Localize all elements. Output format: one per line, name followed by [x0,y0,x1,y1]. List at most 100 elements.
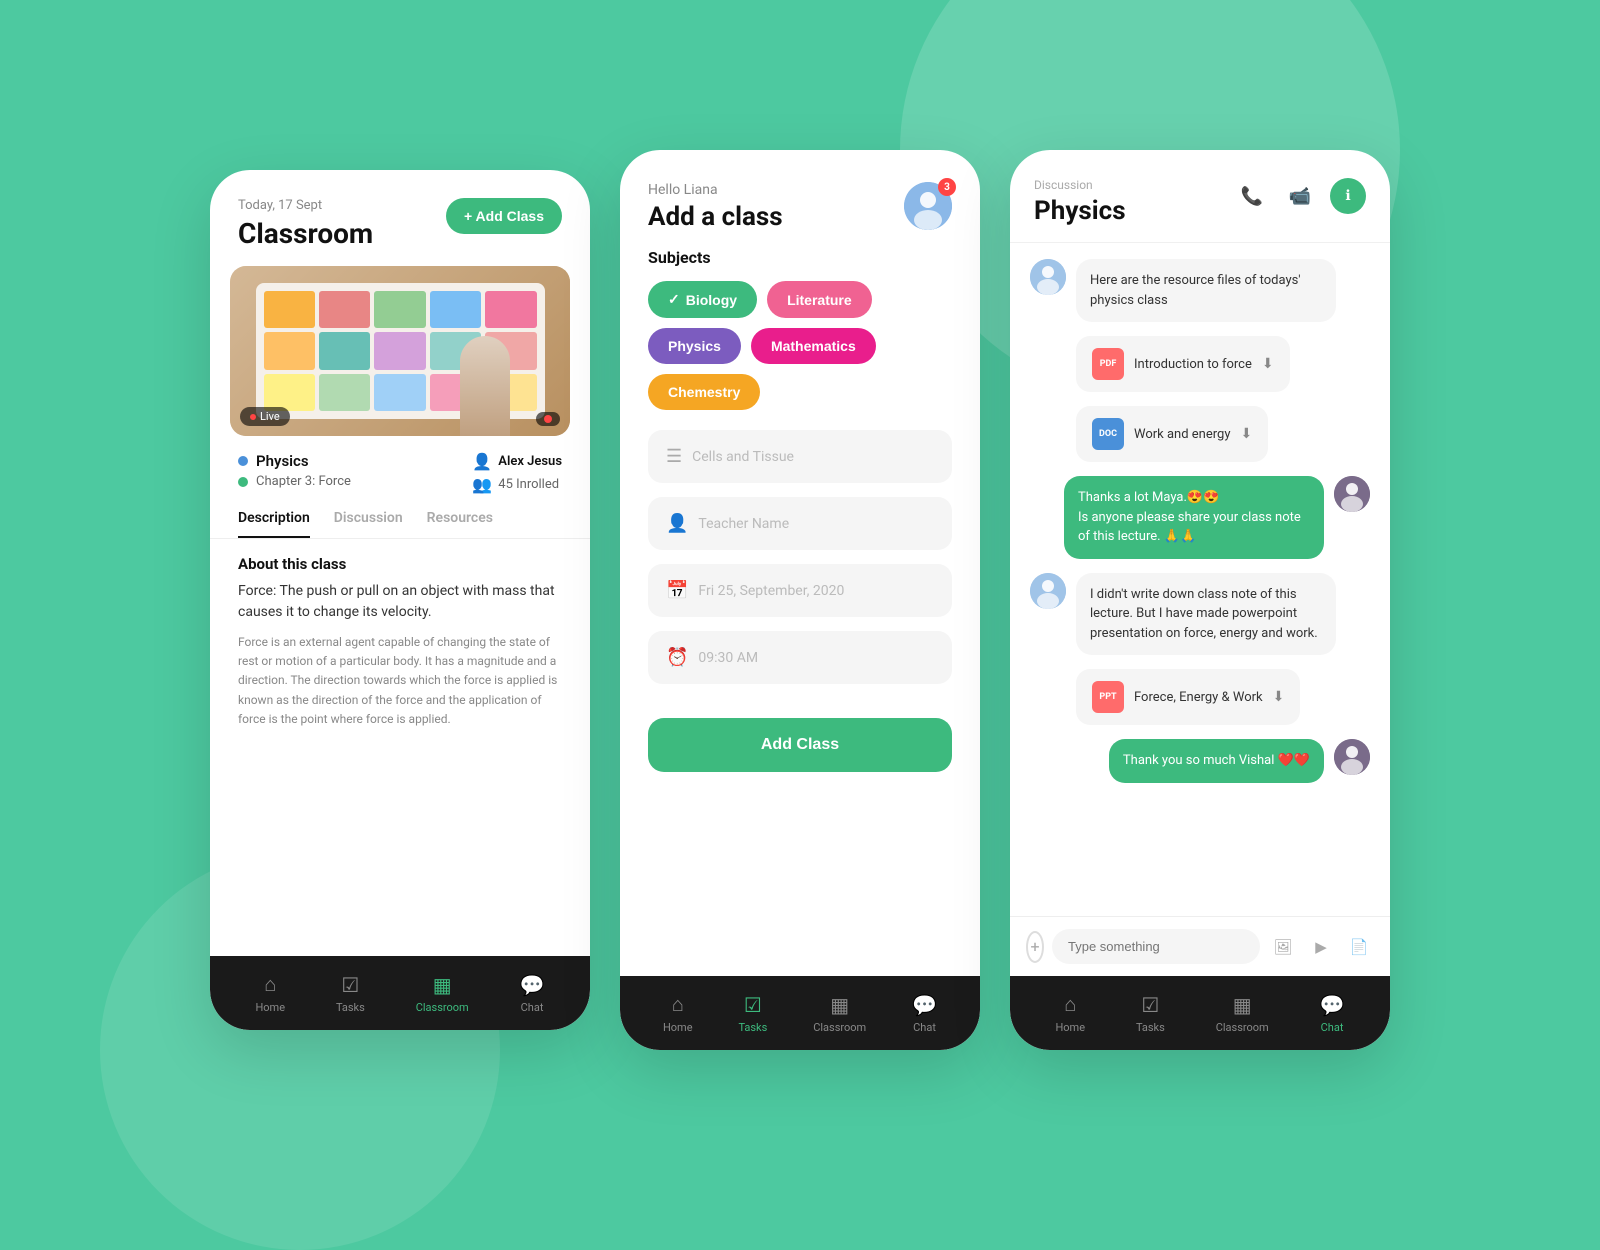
card3-nav-chat[interactable]: 💬 Chat [1320,993,1345,1034]
tasks-icon: ☑ [341,973,359,997]
add-class-submit-button[interactable]: Add Class [648,718,952,772]
card3-nav-chat-label: Chat [1321,1021,1344,1034]
class-info-left: Physics Chapter 3: Force [238,452,351,489]
person-silhouette [460,336,510,436]
info-icon[interactable]: ℹ [1330,178,1366,214]
cells-input-row[interactable]: ☰ Cells and Tissue [648,430,952,483]
nav-tasks-label: Tasks [336,1001,365,1014]
card2-nav-tasks[interactable]: ☑ Tasks [738,993,767,1034]
subject-literature[interactable]: Literature [767,281,872,318]
subjects-section: Subjects ✓ Biology Literature Physics Ma… [620,248,980,430]
subject-physics[interactable]: Physics [648,328,741,364]
tab-discussion[interactable]: Discussion [334,510,403,538]
card2-nav-classroom-label: Classroom [813,1021,866,1034]
enrolled-label: 45 Inrolled [498,477,559,492]
nav-home[interactable]: ⌂ Home [255,972,285,1014]
ppt-icon: PPT [1092,681,1124,713]
discussion-title: Physics [1034,196,1126,226]
literature-label: Literature [787,292,852,308]
mathematics-label: Mathematics [771,338,856,354]
video-call-icon[interactable]: 📹 [1282,178,1318,214]
message-6: PPT Forece, Energy & Work ⬇ [1030,669,1370,725]
download-icon-2[interactable]: ⬇ [1240,426,1252,442]
add-class-button[interactable]: + Add Class [446,198,562,234]
card3-bottom-nav: ⌂ Home ☑ Tasks ▦ Classroom 💬 Chat [1010,976,1390,1050]
sticky-5 [485,291,536,328]
card2-nav-home[interactable]: ⌂ Home [663,992,693,1034]
classroom-header-left: Today, 17 Sept Classroom [238,198,373,250]
msg-bubble-4: Thanks a lot Maya.😍😍Is anyone please sha… [1064,476,1324,559]
subject-mathematics[interactable]: Mathematics [751,328,876,364]
classroom-title: Classroom [238,217,373,250]
class-chapter: Chapter 3: Force [238,474,351,489]
class-info-right: 👤 Alex Jesus 👥 45 Inrolled [472,452,562,494]
card3-nav-tasks-label: Tasks [1136,1021,1165,1034]
card2-tasks-icon: ☑ [744,993,762,1017]
card3-home-icon: ⌂ [1064,992,1076,1017]
class-tabs: Description Discussion Resources [210,494,590,539]
sticky-4 [430,291,481,328]
home-icon: ⌂ [264,972,276,997]
class-subject: Physics [238,452,351,470]
teacher-input-row[interactable]: 👤 Teacher Name [648,497,952,550]
sticky-7 [319,332,370,369]
card2-chat-icon: 💬 [912,993,937,1017]
chat-input[interactable] [1052,929,1260,964]
card3-classroom-icon: ▦ [1233,993,1252,1017]
msg-bubble-5: I didn't write down class note of this l… [1076,573,1336,656]
image-attach-icon[interactable]: 🖼 [1268,932,1298,962]
date-input-row[interactable]: 📅 Fri 25, September, 2020 [648,564,952,617]
teacher-text: Teacher Name [698,516,789,532]
card1-header: Today, 17 Sept Classroom + Add Class [210,170,590,266]
date-icon: 📅 [666,580,688,601]
card2-nav-chat[interactable]: 💬 Chat [912,993,937,1034]
pdf-icon: PDF [1092,348,1124,380]
notification-badge: 3 [938,178,956,196]
message-5: I didn't write down class note of this l… [1030,573,1370,656]
sticky-13 [374,374,425,411]
card3-nav-classroom[interactable]: ▦ Classroom [1216,993,1269,1034]
subject-indicator [238,456,248,466]
add-class-header-left: Hello Liana Add a class [648,182,783,232]
subjects-grid: ✓ Biology Literature Physics Mathematics… [648,281,952,410]
tab-description[interactable]: Description [238,510,310,538]
file-bubble-pdf: PDF Introduction to force ⬇ [1076,336,1290,392]
nav-classroom[interactable]: ▦ Classroom [416,973,469,1014]
classroom-icon: ▦ [433,973,452,997]
enrolled: 👥 45 Inrolled [472,475,562,494]
nav-tasks[interactable]: ☑ Tasks [336,973,365,1014]
chat-body: Here are the resource files of todays' p… [1010,243,1390,916]
card2-nav-classroom[interactable]: ▦ Classroom [813,993,866,1034]
about-text-main: Force: The push or pull on an object wit… [238,581,562,623]
teacher-name: 👤 Alex Jesus [472,452,562,471]
card3-nav-tasks[interactable]: ☑ Tasks [1136,993,1165,1034]
class-meta: Physics Chapter 3: Force 👤 Alex Jesus 👥 … [210,436,590,494]
download-icon-3[interactable]: ⬇ [1273,689,1285,705]
tab-resources[interactable]: Resources [427,510,493,538]
video-attach-icon[interactable]: ▶ [1306,932,1336,962]
card2-header: Hello Liana Add a class 3 [620,150,980,248]
card2-home-icon: ⌂ [672,992,684,1017]
biology-check: ✓ [668,291,680,308]
time-input-row[interactable]: ⏰ 09:30 AM [648,631,952,684]
file-attach-icon[interactable]: 📄 [1344,932,1374,962]
hello-text: Hello Liana [648,182,783,198]
card2-classroom-icon: ▦ [830,993,849,1017]
sticky-8 [374,332,425,369]
sticky-2 [319,291,370,328]
phone-call-icon[interactable]: 📞 [1234,178,1270,214]
download-icon-1[interactable]: ⬇ [1262,356,1274,372]
card3-nav-home[interactable]: ⌂ Home [1055,992,1085,1034]
card3-chat-icon: 💬 [1320,993,1345,1017]
class-video-thumbnail: Live [230,266,570,436]
sticky-11 [264,374,315,411]
chat-icon: 💬 [520,973,545,997]
chat-plus-button[interactable]: + [1026,931,1044,963]
nav-chat[interactable]: 💬 Chat [520,973,545,1014]
msg-avatar-5 [1030,573,1066,609]
about-text-secondary: Force is an external agent capable of ch… [238,633,562,729]
add-class-screen: Hello Liana Add a class 3 Subjects ✓ [620,150,980,1050]
subject-biology[interactable]: ✓ Biology [648,281,757,318]
subject-chemistry[interactable]: Chemestry [648,374,760,410]
chat-input-actions: 🖼 ▶ 📄 [1268,932,1374,962]
